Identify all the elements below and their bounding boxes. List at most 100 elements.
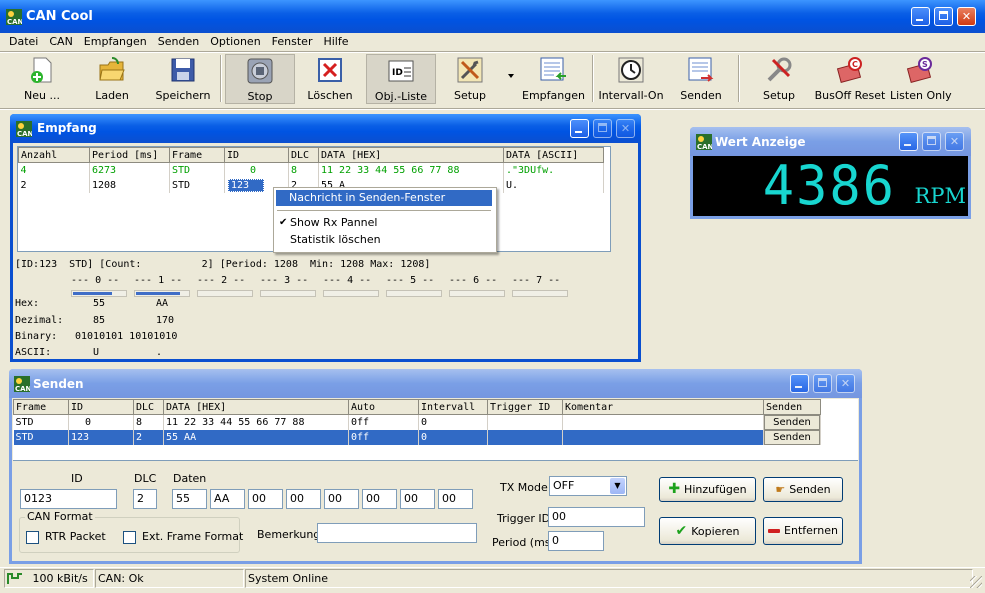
resize-grip-icon[interactable] xyxy=(970,576,982,588)
menu-optionen[interactable]: Optionen xyxy=(210,35,260,48)
setup-can-button[interactable]: Setup xyxy=(752,54,806,104)
wert-anzeige-titlebar[interactable]: CAN Wert Anzeige ✕ xyxy=(690,127,971,156)
empfang-minimize-button[interactable] xyxy=(570,119,589,138)
clear-button[interactable]: Löschen xyxy=(300,54,360,104)
trigger-id-field[interactable]: 00 xyxy=(548,507,645,527)
table-row-selected[interactable]: STD 123 2 55 AA 0ff 0 Senden xyxy=(13,430,821,445)
send-toolbar-button[interactable]: Senden xyxy=(674,54,728,104)
byte-index-label: --- 0 -- xyxy=(71,275,120,286)
busoff-reset-button[interactable]: C BusOff Reset xyxy=(814,54,886,104)
cell-intervall: 0 xyxy=(418,414,488,430)
load-button[interactable]: Laden xyxy=(86,54,138,104)
senden-titlebar[interactable]: CAN Senden ✕ xyxy=(9,369,862,398)
interval-on-button[interactable]: Intervall-On xyxy=(598,54,664,104)
cell-kommentar xyxy=(562,430,764,445)
remove-button[interactable]: Entfernen xyxy=(763,517,843,545)
maximize-button[interactable] xyxy=(934,7,953,26)
decimal-value-0: 85 xyxy=(93,315,106,326)
table-row[interactable]: STD 0 8 11 22 33 44 55 66 77 88 0ff 0 Se… xyxy=(13,414,821,430)
stop-button[interactable]: Stop xyxy=(225,54,295,104)
col-data-hex[interactable]: DATA [HEX] xyxy=(163,399,349,415)
svg-text:S: S xyxy=(922,60,928,69)
data-byte-field-5[interactable]: 00 xyxy=(362,489,397,509)
setup-dropdown-arrow-icon[interactable] xyxy=(508,74,514,78)
bemerkung-field[interactable] xyxy=(317,523,477,543)
senden-minimize-button[interactable] xyxy=(790,374,809,393)
row-send-button[interactable]: Senden xyxy=(763,430,821,445)
minimize-icon xyxy=(575,131,582,133)
cell-dlc: 8 xyxy=(133,414,164,430)
menu-divider xyxy=(0,51,985,53)
system-status-text: System Online xyxy=(248,572,328,585)
object-list-button[interactable]: ID Obj.-Liste xyxy=(366,54,436,104)
byte-level-bar xyxy=(512,290,568,297)
menu-fenster[interactable]: Fenster xyxy=(272,35,313,48)
period-label: Period (ms) xyxy=(492,536,555,549)
col-auto[interactable]: Auto xyxy=(348,399,419,415)
table-row[interactable]: 4 6273 STD 0 8 11 22 33 44 55 66 77 88 .… xyxy=(18,162,604,178)
senden-body: Frame ID DLC DATA [HEX] Auto Intervall T… xyxy=(12,398,859,561)
cell-dlc: 8 xyxy=(288,162,319,178)
col-senden[interactable]: Senden xyxy=(763,399,821,415)
add-button[interactable]: ✚ Hinzufügen xyxy=(659,477,756,502)
dropdown-arrow-icon[interactable]: ▼ xyxy=(610,478,625,494)
cell-id: 0 xyxy=(68,414,134,430)
empfang-titlebar[interactable]: CAN Empfang ✕ xyxy=(10,114,641,143)
id-field[interactable]: 0123 xyxy=(20,489,117,509)
row-send-button[interactable]: Senden xyxy=(763,414,821,430)
col-data-ascii[interactable]: DATA [ASCII] xyxy=(503,147,604,163)
data-byte-field-3[interactable]: 00 xyxy=(286,489,321,509)
data-byte-field-0[interactable]: 55 xyxy=(172,489,207,509)
byte-level-bar xyxy=(197,290,253,297)
checkmark-icon: ✔ xyxy=(675,523,688,539)
menu-item-show-rx-panel[interactable]: ✔ Show Rx Pannel xyxy=(276,215,492,231)
new-button[interactable]: Neu ... xyxy=(18,54,66,104)
col-trigger-id[interactable]: Trigger ID xyxy=(487,399,563,415)
receive-button[interactable]: Empfangen xyxy=(522,54,585,104)
rtr-checkbox-box[interactable] xyxy=(26,530,39,544)
ext-frame-checkbox[interactable]: Ext. Frame Format xyxy=(123,530,243,544)
app-titlebar[interactable]: CAN CAN Cool ✕ xyxy=(0,0,985,33)
wert-minimize-button[interactable] xyxy=(899,132,918,151)
listen-only-button[interactable]: S Listen Only xyxy=(890,54,952,104)
setup-button[interactable]: Setup xyxy=(444,54,496,104)
menu-datei[interactable]: Datei xyxy=(9,35,38,48)
app-logo-icon: CAN xyxy=(6,9,22,25)
minimize-button[interactable] xyxy=(911,7,930,26)
tx-mode-select[interactable]: OFF ▼ xyxy=(549,476,627,496)
menu-senden[interactable]: Senden xyxy=(158,35,199,48)
copy-button[interactable]: ✔ Kopieren xyxy=(659,517,756,545)
col-dlc[interactable]: DLC xyxy=(133,399,164,415)
menu-can[interactable]: CAN xyxy=(49,35,72,48)
data-byte-field-6[interactable]: 00 xyxy=(400,489,435,509)
col-frame[interactable]: Frame xyxy=(13,399,69,415)
send-list[interactable]: Frame ID DLC DATA [HEX] Auto Intervall T… xyxy=(13,399,858,461)
menu-empfangen[interactable]: Empfangen xyxy=(84,35,147,48)
close-button[interactable]: ✕ xyxy=(957,7,976,26)
col-dlc[interactable]: DLC xyxy=(288,147,319,163)
cell-anzahl: 2 xyxy=(18,178,90,193)
menu-item-insert-to-send[interactable]: Nachricht in Senden-Fenster einfügen xyxy=(276,190,492,220)
col-kommentar[interactable]: Komentar xyxy=(562,399,764,415)
data-byte-field-1[interactable]: AA xyxy=(210,489,245,509)
data-byte-field-7[interactable]: 00 xyxy=(438,489,473,509)
col-intervall[interactable]: Intervall xyxy=(418,399,488,415)
menu-item-clear-stats[interactable]: Statistik löschen xyxy=(276,232,492,248)
col-period[interactable]: Period [ms] xyxy=(89,147,170,163)
dlc-field[interactable]: 2 xyxy=(133,489,157,509)
period-field[interactable]: 0 xyxy=(548,531,604,551)
col-id[interactable]: ID xyxy=(224,147,289,163)
col-id[interactable]: ID xyxy=(68,399,134,415)
tx-mode-label: TX Mode xyxy=(500,481,548,494)
menu-hilfe[interactable]: Hilfe xyxy=(323,35,348,48)
col-frame[interactable]: Frame xyxy=(169,147,225,163)
ext-frame-checkbox-box[interactable] xyxy=(123,530,136,544)
data-byte-field-4[interactable]: 00 xyxy=(324,489,359,509)
rtr-checkbox[interactable]: RTR Packet xyxy=(26,530,106,544)
col-anzahl[interactable]: Anzahl xyxy=(18,147,90,163)
save-button[interactable]: Speichern xyxy=(154,54,212,104)
data-byte-field-2[interactable]: 00 xyxy=(248,489,283,509)
send-button[interactable]: ☛ Senden xyxy=(763,477,843,502)
maximize-icon xyxy=(818,378,827,387)
col-data-hex[interactable]: DATA [HEX] xyxy=(318,147,504,163)
